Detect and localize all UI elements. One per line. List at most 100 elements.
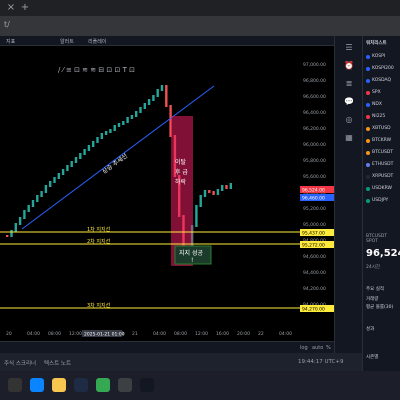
toolbar-alert[interactable]: 알러트 bbox=[60, 38, 74, 45]
candle bbox=[117, 123, 121, 127]
candle bbox=[31, 200, 35, 207]
watchlist-item-btckrw[interactable]: BTCKRW bbox=[372, 138, 391, 143]
time-tick: 12:00 bbox=[69, 331, 82, 337]
watchlist-item-icon bbox=[366, 103, 370, 107]
time-tick: 04:00 bbox=[27, 331, 40, 337]
candle bbox=[61, 169, 65, 175]
candle bbox=[152, 95, 155, 101]
support-success-label: 지지 성공 bbox=[179, 249, 203, 257]
watchlist-item-usdkrw[interactable]: USDKRW bbox=[372, 186, 392, 191]
watchlist-item-icon bbox=[366, 151, 370, 155]
chrome-icon[interactable] bbox=[96, 378, 110, 392]
tab-close-icon[interactable]: × bbox=[4, 2, 18, 14]
candle bbox=[203, 190, 207, 197]
price-tag-current-text: 96,524.00 bbox=[302, 188, 325, 194]
time-tick: 12:00 bbox=[195, 331, 208, 337]
scale-log[interactable]: log bbox=[300, 345, 308, 351]
bottom-panel-bar: 주식 스크리너 텍스트 노트 19:44:17 UTC+9 bbox=[0, 353, 362, 371]
candle bbox=[147, 99, 151, 105]
watchlist-item-icon bbox=[366, 79, 370, 83]
price-chart[interactable]: 97,000.00 96,800.00 96,600.00 96,400.00 96,2… bbox=[0, 46, 334, 341]
watchlist-item-kospi[interactable]: KOSPI bbox=[372, 54, 385, 59]
drop-label-2: 후 급 bbox=[175, 168, 188, 176]
edge-icon[interactable] bbox=[30, 378, 44, 392]
data-window-icon[interactable]: ≣ bbox=[343, 78, 355, 90]
candle bbox=[36, 195, 39, 202]
candle bbox=[83, 149, 86, 155]
candle bbox=[109, 129, 112, 133]
watchlist-title[interactable]: 워치리스트 bbox=[366, 40, 387, 46]
calendar-icon[interactable]: ▦ bbox=[343, 132, 355, 144]
watchlist-item-xrpusdt[interactable]: XRPUSDT bbox=[372, 174, 393, 179]
alert-icon[interactable]: ⏰ bbox=[343, 60, 355, 72]
watchlist-item-kosdaq[interactable]: KOSDAQ bbox=[372, 78, 391, 83]
price-tick: 94,400.00 bbox=[303, 270, 326, 276]
watchlist-item-ndx[interactable]: NDX bbox=[372, 102, 382, 107]
status-notes[interactable]: 텍스트 노트 bbox=[44, 359, 71, 367]
watchlist-item-icon bbox=[366, 187, 370, 191]
watchlist-item-icon bbox=[366, 139, 370, 143]
ideas-icon[interactable]: ◎ bbox=[343, 114, 355, 126]
candle bbox=[113, 125, 116, 131]
candle bbox=[14, 223, 17, 232]
sub-label-0[interactable]: 주요 실적 bbox=[366, 286, 384, 292]
price-tick: 95,600.00 bbox=[303, 174, 326, 180]
watchlist-item-ni225[interactable]: NI225 bbox=[372, 114, 385, 119]
browser-tab-bar: × + bbox=[0, 0, 400, 16]
tradingview-icon[interactable] bbox=[140, 378, 154, 392]
sub-label-3[interactable]: 성과 bbox=[366, 326, 374, 332]
big-price: 96,524. bbox=[366, 248, 400, 259]
new-tab-button[interactable]: + bbox=[18, 2, 32, 14]
explorer-icon[interactable] bbox=[52, 378, 66, 392]
support1-label: 1차 지지선 bbox=[87, 226, 111, 233]
scale-auto[interactable]: auto bbox=[312, 345, 323, 351]
floating-drawing-toolbar[interactable]: / ⁄ ≡ ⊡ ≋ ≋ ⊟ ⊡ ⊡ T ⊡ bbox=[58, 66, 135, 74]
sub-label-2: 평균 볼륨(30) bbox=[366, 305, 394, 310]
candle bbox=[160, 85, 164, 91]
watchlist-item-ethusdt[interactable]: ETHUSDT bbox=[372, 162, 393, 167]
candle bbox=[49, 181, 52, 187]
watchlist-item-icon bbox=[366, 163, 370, 167]
candle bbox=[104, 131, 108, 135]
time-tick: 04:00 bbox=[153, 331, 166, 337]
status-screener[interactable]: 주식 스크리너 bbox=[4, 359, 36, 367]
time-tick: 20:00 bbox=[237, 331, 250, 337]
watchlist-item-btcusdt[interactable]: BTCUSDT bbox=[372, 150, 393, 155]
watchlist-item-usdjpy[interactable]: USDJPY bbox=[372, 198, 388, 203]
candle bbox=[96, 137, 99, 143]
price-axis: 97,000.00 96,800.00 96,600.00 96,400.00 96,2… bbox=[303, 62, 326, 308]
watchlist-item-kospi200[interactable]: KOSPI200 bbox=[372, 66, 394, 71]
store-icon[interactable] bbox=[74, 378, 88, 392]
watchlist-item-spx[interactable]: SPX bbox=[372, 90, 381, 95]
candle bbox=[18, 217, 22, 225]
watchlist-icon[interactable]: ☰ bbox=[343, 42, 355, 54]
candle bbox=[165, 85, 168, 107]
time-axis: 20 04:00 08:00 12:00 16:00 20:00 21 04:00 08:00 1… bbox=[6, 331, 292, 337]
mail-icon[interactable] bbox=[118, 378, 132, 392]
change-label: 24시간 bbox=[366, 265, 381, 270]
candle bbox=[70, 161, 73, 167]
toolbar-replay[interactable]: 리플레이 bbox=[88, 38, 106, 45]
chart-toolbar: 지표 알러트 리플레이 bbox=[0, 36, 334, 46]
time-tick: 21 bbox=[132, 331, 138, 337]
time-tick: 04:00 bbox=[279, 331, 292, 337]
price-tick: 96,000.00 bbox=[303, 142, 326, 148]
candle bbox=[92, 141, 95, 147]
time-tick: 16:00 bbox=[216, 331, 229, 337]
support2-label: 2차 지지선 bbox=[87, 238, 111, 245]
time-tick: 20 bbox=[6, 331, 12, 337]
chat-icon[interactable]: 💬 bbox=[343, 96, 355, 108]
watchlist-item-icon bbox=[366, 199, 370, 203]
address-bar[interactable]: t/ bbox=[0, 16, 400, 36]
toolbar-indicators[interactable]: 지표 bbox=[6, 38, 15, 45]
candle bbox=[143, 103, 146, 109]
chart-canvas[interactable]: 97,000.00 96,800.00 96,600.00 96,400.00 96,2… bbox=[0, 46, 334, 341]
price-tick: 95,800.00 bbox=[303, 158, 326, 164]
candle bbox=[57, 173, 60, 179]
sub-label-4[interactable]: 시즌별 bbox=[366, 354, 378, 360]
scale-percent[interactable]: % bbox=[326, 345, 331, 351]
watchlist-item-xbtusd[interactable]: XBTUSD bbox=[372, 126, 391, 131]
price-tag-support1-text: 95,437.00 bbox=[302, 231, 325, 237]
search-icon[interactable] bbox=[8, 378, 22, 392]
symbol-name: BTCUSDT SPOT bbox=[366, 234, 388, 244]
